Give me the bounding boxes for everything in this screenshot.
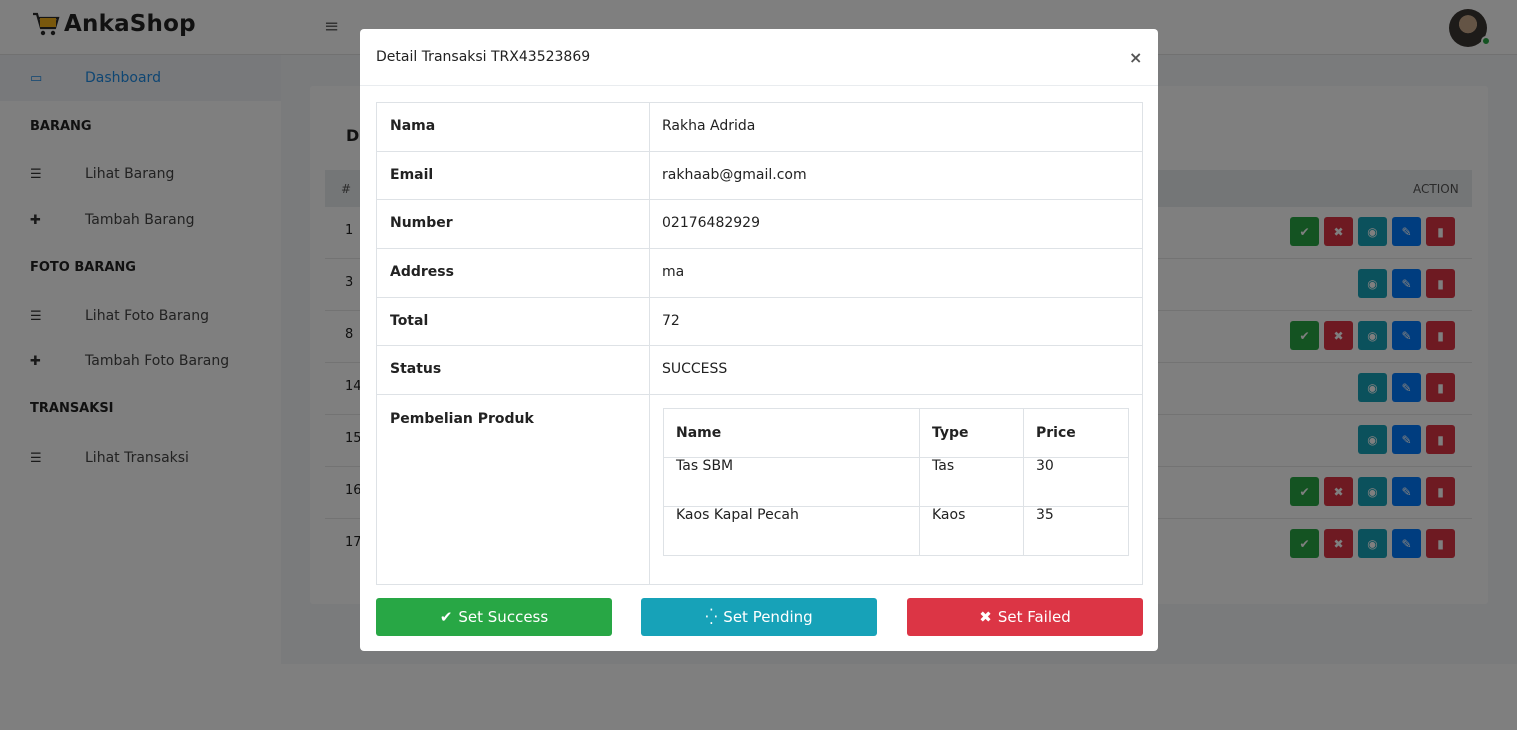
field-value: ma	[649, 248, 1143, 298]
detail-table: Nama Rakha Adrida Email rakhaab@gmail.co…	[376, 102, 1143, 586]
close-icon[interactable]: ×	[1129, 48, 1142, 67]
button-label: Set Pending	[723, 608, 813, 626]
detail-row-products: Pembelian Produk Name Type Price Tas SBM…	[376, 394, 1143, 586]
modal-title: Detail Transaksi TRX43523869	[376, 49, 591, 65]
check-icon: ✔	[439, 608, 453, 626]
detail-row-address: Address ma	[376, 248, 1143, 298]
detail-row-email: Email rakhaab@gmail.com	[376, 150, 1143, 201]
set-success-button[interactable]: ✔ Set Success	[376, 598, 612, 636]
column-header-type: Type	[919, 408, 1024, 459]
field-label: Total	[376, 296, 650, 347]
detail-row-total: Total 72	[376, 296, 1143, 347]
field-value: 72	[649, 296, 1143, 347]
detail-row-nama: Nama Rakha Adrida	[376, 102, 1143, 152]
table-row: Tas SBM Tas 30	[663, 457, 1129, 508]
set-failed-button[interactable]: ✖ Set Failed	[907, 598, 1143, 636]
field-label: Nama	[376, 102, 650, 152]
field-label: Number	[376, 199, 650, 250]
field-value: 02176482929	[649, 199, 1143, 250]
detail-row-status: Status SUCCESS	[376, 345, 1143, 396]
button-label: Set Success	[458, 608, 549, 626]
product-price: 30	[1023, 457, 1129, 508]
modal-header: Detail Transaksi TRX43523869 ×	[360, 29, 1158, 86]
field-label: Status	[376, 345, 650, 396]
field-label: Address	[376, 248, 650, 298]
product-name: Tas SBM	[663, 457, 920, 508]
table-row: Kaos Kapal Pecah Kaos 35	[663, 506, 1129, 557]
product-type: Kaos	[919, 506, 1024, 557]
products-header-row: Name Type Price	[663, 408, 1129, 459]
column-header-name: Name	[663, 408, 920, 459]
product-type: Tas	[919, 457, 1024, 508]
column-header-price: Price	[1023, 408, 1129, 459]
detail-row-number: Number 02176482929	[376, 199, 1143, 250]
field-value: rakhaab@gmail.com	[649, 150, 1143, 201]
transaction-detail-modal: Detail Transaksi TRX43523869 × Nama Rakh…	[360, 29, 1158, 651]
product-price: 35	[1023, 506, 1129, 557]
status-value: SUCCESS	[649, 345, 1143, 396]
set-pending-button[interactable]: ⁛ Set Pending	[641, 598, 877, 636]
modal-actions: ✔ Set Success ⁛ Set Pending ✖ Set Failed	[376, 598, 1143, 636]
field-label: Email	[376, 150, 650, 201]
spinner-icon: ⁛	[705, 608, 718, 626]
field-label: Pembelian Produk	[376, 394, 650, 586]
products-cell: Name Type Price Tas SBM Tas 30 Kaos Kapa…	[649, 394, 1143, 586]
button-label: Set Failed	[997, 608, 1071, 626]
products-table: Name Type Price Tas SBM Tas 30 Kaos Kapa…	[663, 408, 1129, 557]
field-value: Rakha Adrida	[649, 102, 1143, 152]
x-icon: ✖	[979, 608, 992, 626]
product-name: Kaos Kapal Pecah	[663, 506, 920, 557]
